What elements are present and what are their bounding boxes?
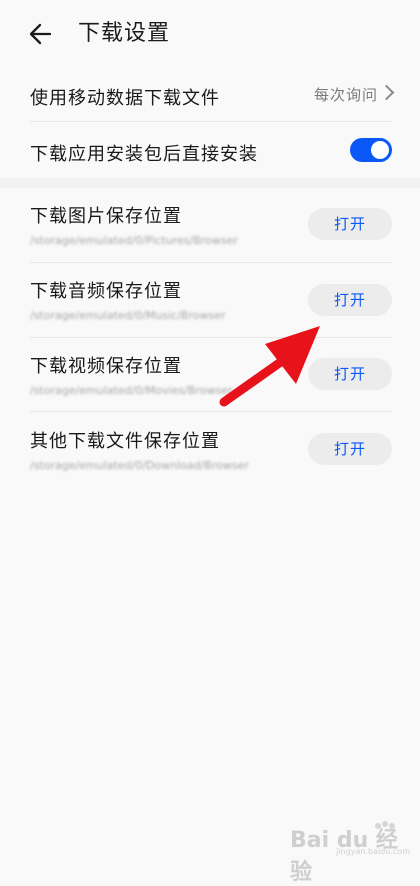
open-audio-location-button[interactable]: 打开 bbox=[308, 284, 392, 316]
chevron-right-icon bbox=[378, 84, 395, 101]
mobile-data-value-text: 每次询问 bbox=[313, 86, 378, 104]
auto-install-toggle[interactable] bbox=[350, 138, 392, 162]
open-picture-location-button[interactable]: 打开 bbox=[308, 208, 392, 240]
auto-install-row: 下载应用安装包后直接安装 bbox=[30, 138, 392, 166]
arrow-left-icon bbox=[29, 23, 52, 45]
mobile-data-row[interactable]: 使用移动数据下载文件 每次询问 bbox=[30, 84, 395, 110]
section-gap bbox=[0, 178, 420, 188]
auto-install-label: 下载应用安装包后直接安装 bbox=[30, 144, 258, 165]
open-other-location-button[interactable]: 打开 bbox=[308, 433, 392, 465]
picture-location-path: /storage/emulated/0/Pictures/Browser bbox=[30, 234, 238, 247]
watermark-brand: jingyan.baidu.com bbox=[336, 847, 410, 856]
picture-location-row: 下载图片保存位置 /storage/emulated/0/Pictures/Br… bbox=[30, 202, 392, 254]
divider bbox=[30, 121, 392, 122]
back-button[interactable] bbox=[26, 18, 58, 50]
mobile-data-label: 使用移动数据下载文件 bbox=[30, 88, 220, 109]
baidu-watermark: Bai du 经验 jingyan.baidu.com bbox=[290, 820, 410, 885]
other-location-row: 其他下载文件保存位置 /storage/emulated/0/Download/… bbox=[30, 427, 392, 479]
toggle-knob bbox=[371, 141, 389, 159]
mobile-data-value[interactable]: 每次询问 bbox=[313, 84, 395, 105]
red-arrow-icon bbox=[219, 326, 320, 407]
other-location-path: /storage/emulated/0/Download/Browser bbox=[30, 459, 249, 472]
page-title: 下载设置 bbox=[78, 21, 171, 46]
divider bbox=[30, 262, 392, 263]
header-bar: 下载设置 bbox=[0, 0, 420, 70]
